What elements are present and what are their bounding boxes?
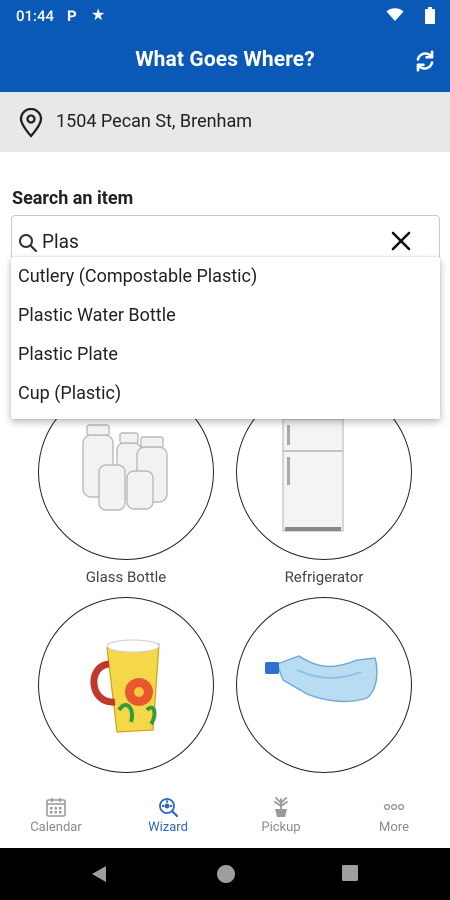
suggestion-dropdown: Cutlery (Compostable Plastic) Plastic Wa…	[11, 257, 440, 419]
pickup-icon	[274, 797, 288, 817]
more-icon	[383, 803, 405, 811]
search-label: Search an item	[12, 188, 134, 209]
recents-icon[interactable]	[341, 864, 359, 882]
location-bar[interactable]: 1504 Pecan St, Brenham	[0, 92, 450, 152]
nav-item-pickup[interactable]: Pickup	[225, 787, 337, 848]
search-value[interactable]: Plas	[42, 230, 79, 253]
system-nav-bar	[0, 848, 450, 900]
star-icon: ★	[91, 5, 106, 24]
plastic-bottle-image	[265, 655, 378, 703]
item-plastic-bottle[interactable]	[236, 597, 412, 773]
nav-item-more[interactable]: More	[338, 787, 450, 848]
nav-label: More	[379, 820, 409, 835]
location-pin-icon	[19, 108, 43, 138]
parking-icon: P	[67, 7, 77, 25]
suggestion-item[interactable]: Plastic Water Bottle	[18, 305, 176, 326]
suggestion-item[interactable]: Cup (Plastic)	[18, 383, 121, 404]
nav-label: Wizard	[148, 820, 188, 835]
back-icon[interactable]	[90, 864, 108, 884]
nav-item-wizard[interactable]: Wizard	[112, 787, 224, 848]
item-label: Glass Bottle	[85, 568, 167, 586]
home-icon[interactable]	[215, 863, 237, 885]
item-label: Refrigerator	[284, 568, 364, 586]
search-icon	[19, 234, 38, 253]
calendar-icon	[46, 798, 66, 817]
page-title: What Goes Where?	[135, 48, 315, 72]
status-time: 01:44	[16, 7, 55, 25]
item-plastic-cup[interactable]	[38, 597, 214, 773]
bottom-nav: Calendar Wizard Pickup More	[0, 787, 450, 848]
nav-label: Calendar	[30, 820, 82, 835]
refresh-icon[interactable]	[412, 48, 438, 74]
cup-image	[90, 639, 160, 733]
app-header: 01:44 P ★ What Goes Where?	[0, 0, 450, 92]
close-icon[interactable]	[390, 230, 412, 252]
nav-label: Pickup	[261, 820, 301, 835]
status-bar: 01:44 P ★	[0, 0, 450, 32]
wizard-icon	[159, 798, 179, 818]
wifi-icon	[386, 8, 404, 21]
suggestion-item[interactable]: Cutlery (Compostable Plastic)	[18, 266, 257, 287]
battery-icon	[425, 7, 435, 24]
address-text: 1504 Pecan St, Brenham	[56, 111, 253, 132]
suggestion-item[interactable]: Plastic Plate	[18, 344, 118, 365]
nav-item-calendar[interactable]: Calendar	[0, 787, 112, 848]
